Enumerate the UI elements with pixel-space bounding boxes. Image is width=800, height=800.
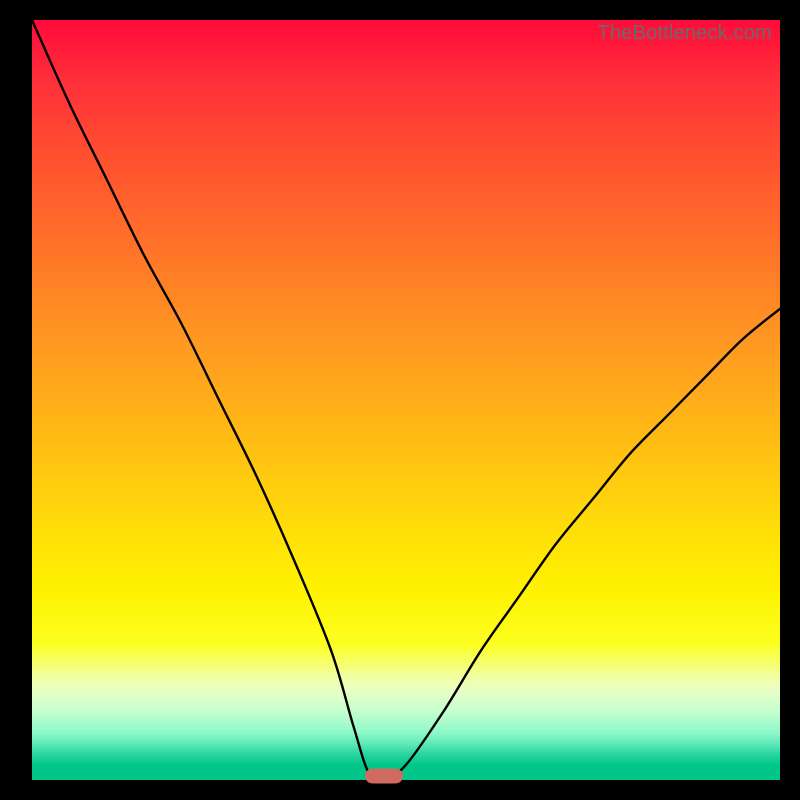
chart-frame: TheBottleneck.com (0, 0, 800, 800)
bottleneck-curve (32, 20, 780, 780)
curve-path (32, 20, 780, 780)
optimal-point-marker (365, 769, 403, 784)
plot-area: TheBottleneck.com (32, 20, 780, 780)
watermark-text: TheBottleneck.com (597, 22, 772, 45)
